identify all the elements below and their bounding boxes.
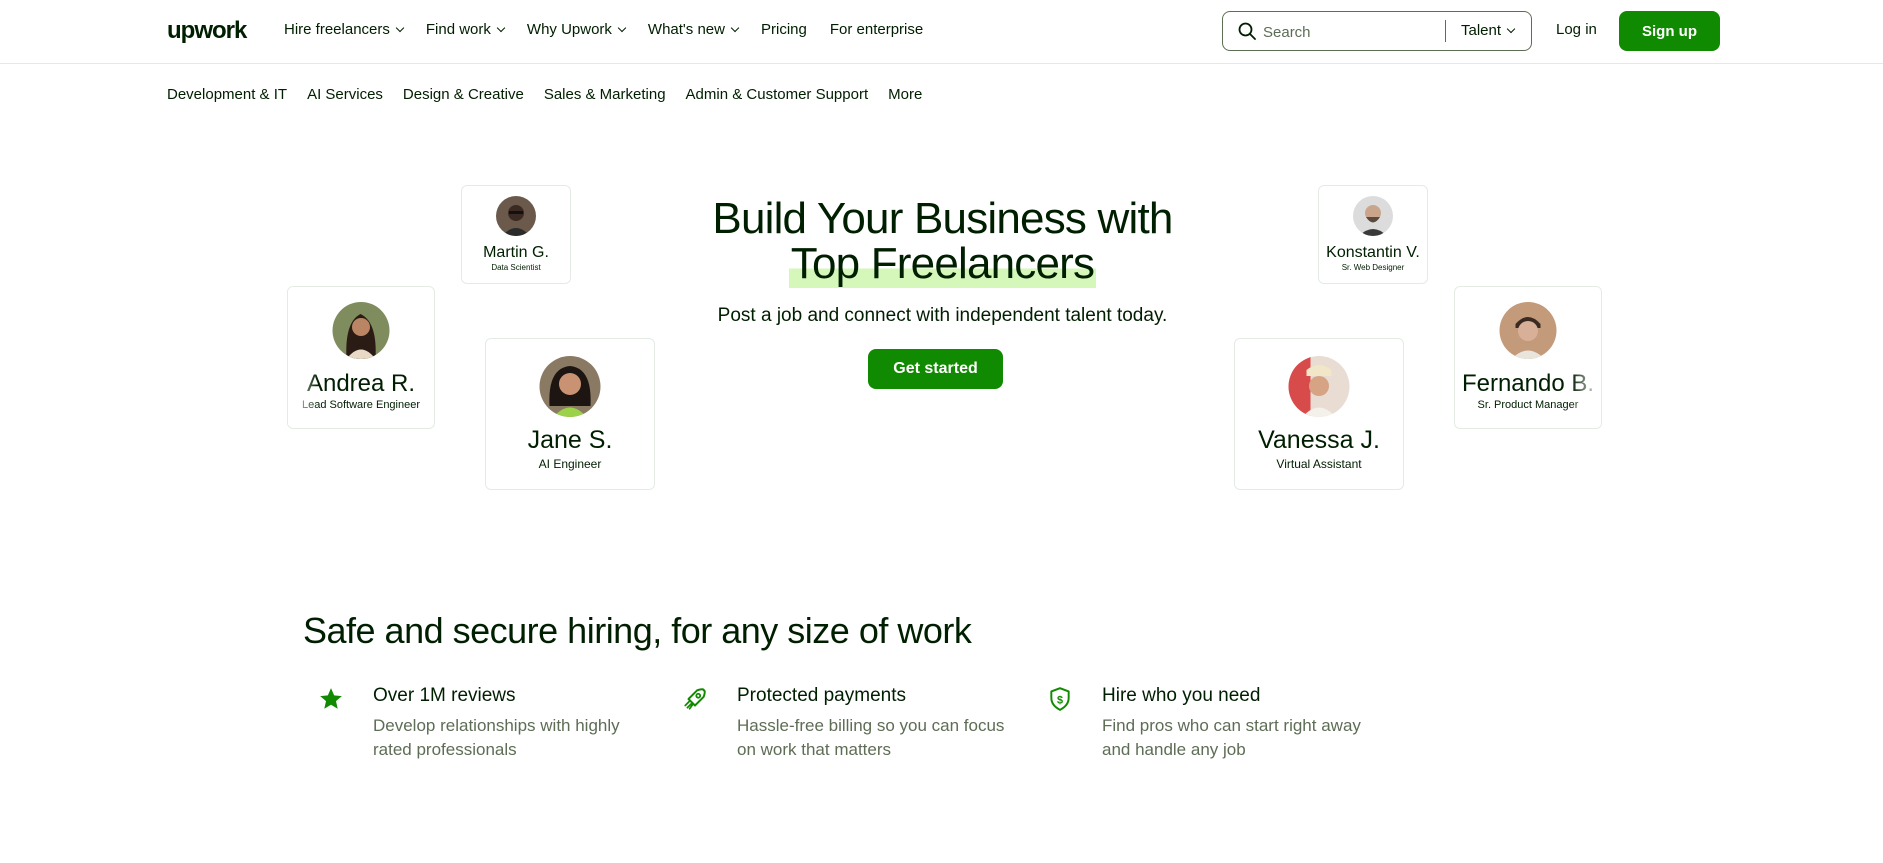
nav-label: Why Upwork (526, 21, 612, 38)
freelancer-card-fernando[interactable]: Fernando B. Sr. Product Manager (1454, 286, 1602, 429)
nav-label: Find work (425, 21, 491, 38)
search-icon[interactable] (1238, 22, 1256, 40)
nav-label: Pricing (760, 21, 807, 38)
feature-desc-line: Hassle-free billing so you can focus (737, 716, 1005, 735)
category-development-it[interactable]: Development & IT (167, 86, 287, 103)
category-ai-services[interactable]: AI Services (307, 86, 383, 103)
rocket-icon (684, 688, 706, 710)
search-box: Talent (1222, 11, 1532, 51)
login-link[interactable]: Log in (1556, 21, 1597, 38)
feature-desc-line: Develop relationships with highly (373, 716, 620, 735)
nav-whats-new[interactable]: What's new (647, 21, 740, 38)
freelancer-name: Martin G. (483, 244, 549, 261)
upwork-logo[interactable]: upwork (167, 17, 247, 45)
get-started-button[interactable]: Get started (868, 349, 1003, 389)
svg-text:$: $ (1057, 694, 1063, 706)
search-scope-label: Talent (1461, 22, 1502, 39)
feature-title: Hire who you need (1102, 685, 1261, 706)
category-sales-marketing[interactable]: Sales & Marketing (544, 86, 666, 103)
feature-desc-line: Find pros who can start right away (1102, 716, 1361, 735)
avatar (1288, 356, 1350, 417)
search-divider (1445, 20, 1446, 42)
section-title: Safe and secure hiring, for any size of … (303, 610, 972, 651)
freelancer-card-andrea[interactable]: Andrea R. Lead Software Engineer (287, 286, 435, 429)
card-fade (288, 287, 318, 428)
main-nav: Hire freelancers Find work Why Upwork Wh… (284, 21, 946, 38)
feature-payments: Protected payments Hassle-free billing s… (684, 684, 1037, 762)
chevron-down-icon (1506, 24, 1516, 33)
avatar (332, 302, 390, 359)
chevron-down-icon (395, 23, 405, 32)
nav-why-upwork[interactable]: Why Upwork (526, 21, 627, 38)
freelancer-card-vanessa[interactable]: Vanessa J. Virtual Assistant (1234, 338, 1404, 490)
signup-button[interactable]: Sign up (1619, 11, 1720, 51)
freelancer-card-konstantin[interactable]: Konstantin V. Sr. Web Designer (1318, 185, 1428, 284)
card-fade (1571, 287, 1601, 428)
freelancer-name: Jane S. (527, 426, 613, 454)
search-input[interactable] (1263, 21, 1443, 43)
chevron-down-icon (617, 23, 627, 32)
feature-desc-line: and handle any job (1102, 740, 1246, 759)
feature-description: Find pros who can start right away and h… (1102, 714, 1402, 762)
nav-label: Hire freelancers (284, 21, 390, 38)
feature-title: Protected payments (737, 685, 906, 706)
category-bar: Development & IT AI Services Design & Cr… (167, 86, 942, 103)
feature-description: Hassle-free billing so you can focus on … (737, 714, 1037, 762)
freelancer-role: Sr. Web Designer (1341, 263, 1405, 272)
shield-dollar-icon: $ (1050, 687, 1070, 711)
chevron-down-icon (496, 23, 506, 32)
freelancer-role: AI Engineer (538, 457, 602, 471)
freelancer-card-martin[interactable]: Martin G. Data Scientist (461, 185, 571, 284)
freelancer-role: Data Scientist (491, 263, 541, 272)
top-navigation-bar: upwork Hire freelancers Find work Why Up… (0, 0, 1883, 64)
chevron-down-icon (730, 23, 740, 32)
category-admin-support[interactable]: Admin & Customer Support (686, 86, 869, 103)
nav-label: What's new (647, 21, 725, 38)
feature-hire: $ Hire who you need Find pros who can st… (1050, 684, 1402, 762)
freelancer-name: Konstantin V. (1326, 244, 1420, 261)
nav-pricing[interactable]: Pricing (761, 21, 807, 38)
feature-desc-line: on work that matters (737, 740, 892, 759)
hero-subtitle: Post a job and connect with independent … (717, 305, 1168, 326)
nav-label: For enterprise (829, 21, 924, 38)
star-icon (320, 688, 342, 709)
feature-description: Develop relationships with highly rated … (373, 714, 673, 762)
nav-hire-freelancers[interactable]: Hire freelancers (284, 21, 405, 38)
feature-title: Over 1M reviews (373, 685, 516, 706)
nav-for-enterprise[interactable]: For enterprise (830, 21, 923, 38)
nav-find-work[interactable]: Find work (425, 21, 506, 38)
freelancer-name: Vanessa J. (1258, 426, 1380, 454)
freelancer-card-jane[interactable]: Jane S. AI Engineer (485, 338, 655, 490)
hero-title-line1: Build Your Business with (712, 194, 1173, 243)
avatar (496, 196, 536, 236)
avatar (1499, 302, 1557, 359)
avatar (1353, 196, 1393, 236)
category-more[interactable]: More (888, 86, 922, 103)
avatar (539, 356, 601, 417)
hero-title: Build Your Business with Top Freelancers (690, 194, 1195, 288)
hero-title-highlight: Top Freelancers (788, 239, 1097, 288)
search-scope-dropdown[interactable]: Talent (1461, 22, 1516, 39)
freelancer-role: Virtual Assistant (1276, 457, 1362, 471)
feature-reviews: Over 1M reviews Develop relationships wi… (320, 684, 673, 762)
category-design-creative[interactable]: Design & Creative (403, 86, 524, 103)
feature-desc-line: rated professionals (373, 740, 517, 759)
